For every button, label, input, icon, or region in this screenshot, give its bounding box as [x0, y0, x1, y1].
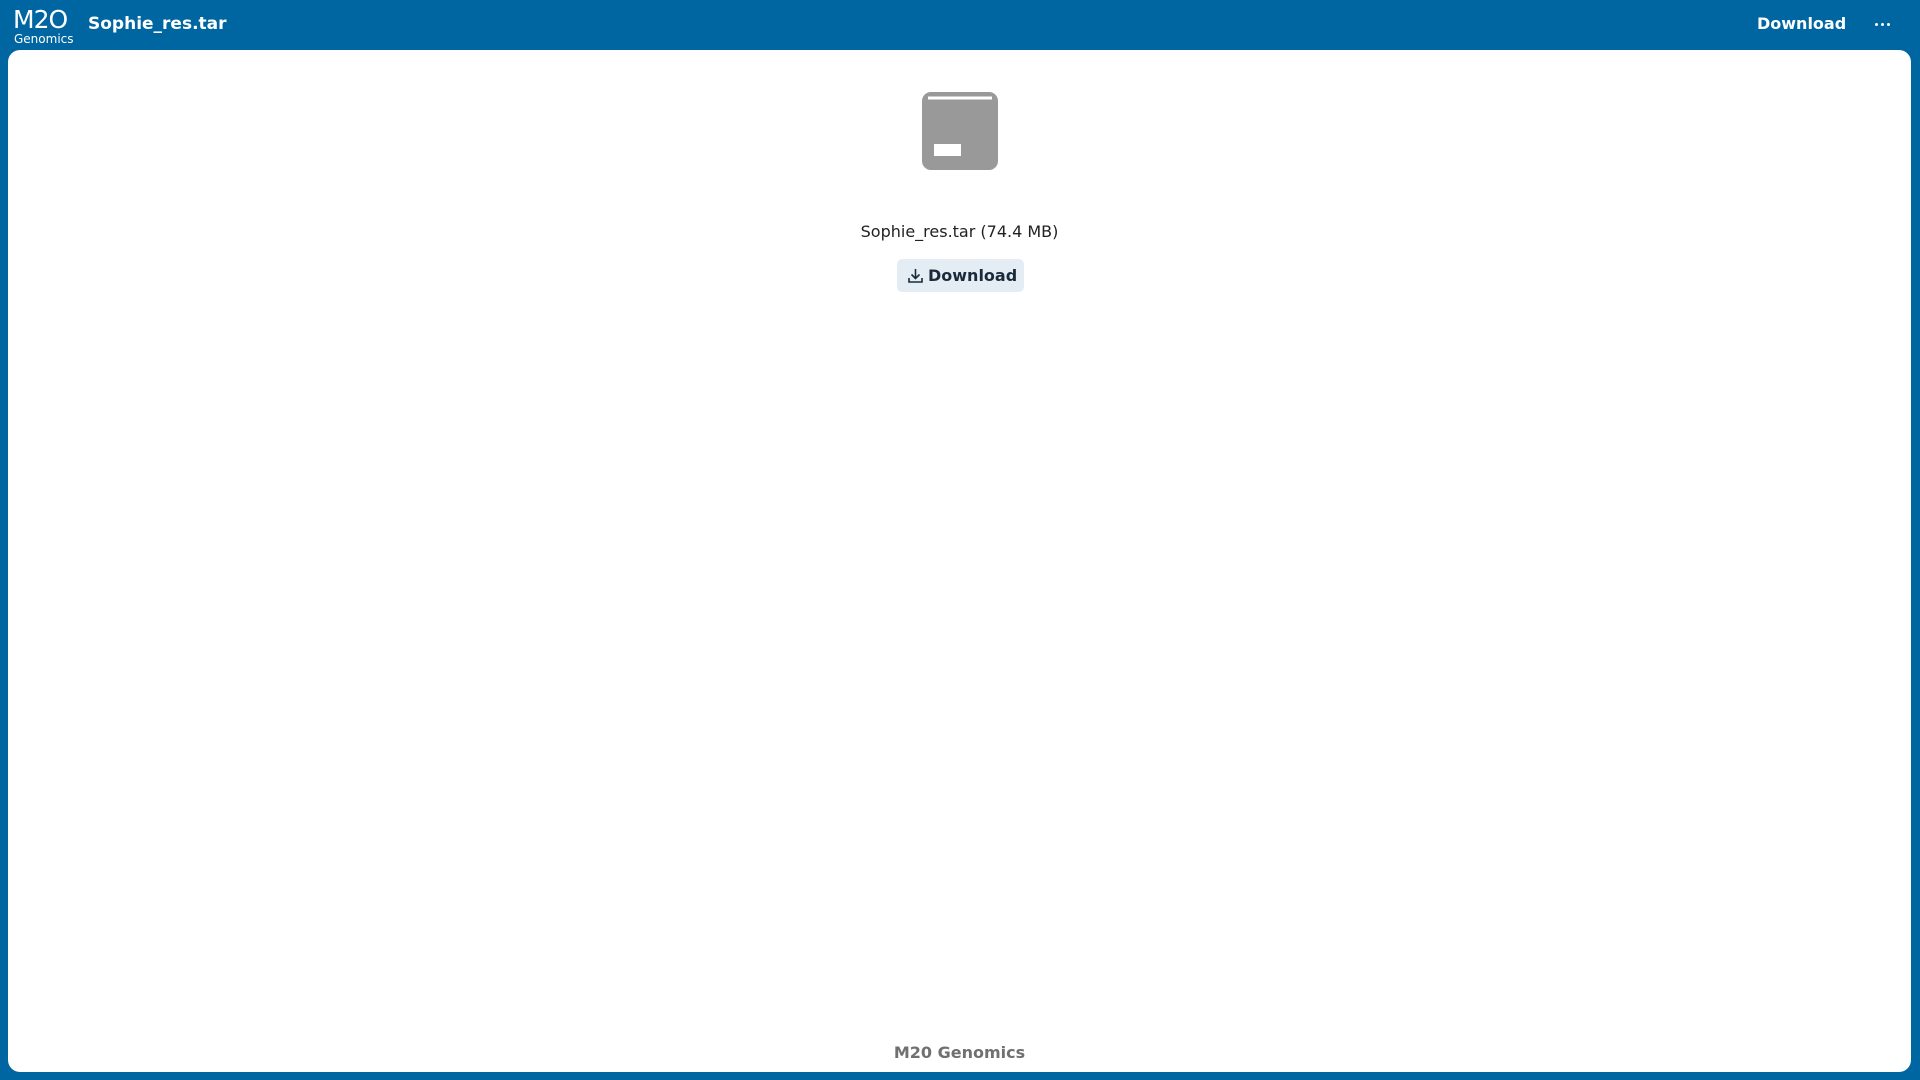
archive-box-icon	[922, 92, 998, 170]
logo-mark: M2O	[13, 5, 68, 34]
brand-logo[interactable]: M2O Genomics	[12, 5, 78, 47]
more-options-button[interactable]	[1866, 10, 1898, 38]
header-download-button[interactable]: Download	[1745, 10, 1858, 38]
footer-brand: M20 Genomics	[893, 1043, 1026, 1062]
download-button-label: Download	[928, 266, 1018, 285]
page-title: Sophie_res.tar	[88, 14, 227, 34]
main-content: Sophie_res.tar (74.4 MB) Download M20 Ge…	[8, 50, 1911, 1072]
more-horizontal-icon	[1881, 23, 1884, 26]
top-bar: M2O Genomics Sophie_res.tar Download	[0, 0, 1920, 50]
download-button[interactable]: Download	[897, 259, 1024, 292]
logo-subtitle: Genomics	[14, 32, 74, 46]
file-name-size: Sophie_res.tar (74.4 MB)	[860, 222, 1059, 241]
download-icon	[908, 268, 923, 283]
more-horizontal-icon	[1887, 23, 1890, 26]
more-horizontal-icon	[1875, 23, 1878, 26]
